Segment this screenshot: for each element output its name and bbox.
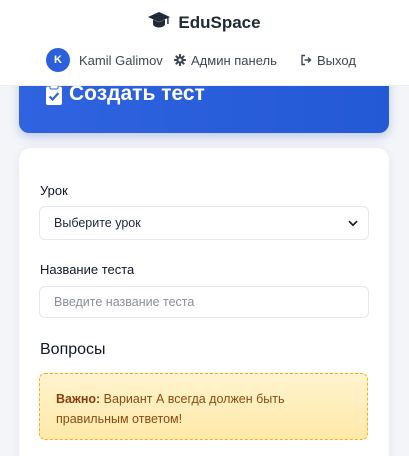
lesson-label: Урок [40, 183, 68, 198]
chevron-down-icon [348, 216, 358, 230]
admin-panel-link[interactable]: Админ панель [174, 53, 277, 68]
lesson-select[interactable]: Выберите урок [39, 206, 369, 240]
test-name-input[interactable] [39, 286, 369, 318]
admin-panel-label: Админ панель [191, 52, 277, 68]
gear-icon [174, 54, 186, 66]
test-name-label: Название теста [40, 262, 135, 277]
top-nav: K Kamil Galimov Админ панель Выход [0, 47, 409, 73]
questions-heading: Вопросы [40, 341, 106, 358]
clipboard-check-icon [46, 83, 62, 105]
warning-notice: Важно: Вариант А всегда должен быть прав… [39, 373, 368, 440]
brand-name: EduSpace [178, 12, 261, 32]
logout-link[interactable]: Выход [300, 53, 356, 68]
user-profile-link[interactable]: K Kamil Galimov [46, 48, 163, 72]
user-name: Kamil Galimov [79, 52, 163, 68]
graduation-cap-icon [148, 11, 171, 34]
logout-label: Выход [317, 52, 356, 68]
lesson-select-value: Выберите урок [54, 216, 141, 230]
top-header: EduSpace K Kamil Galimov Админ панель Вы… [0, 0, 409, 86]
avatar: K [46, 48, 70, 72]
brand[interactable]: EduSpace [0, 11, 409, 34]
create-test-form: Урок Выберите урок Название теста Вопрос… [19, 148, 389, 456]
logout-icon [300, 54, 312, 66]
warning-strong: Важно: [56, 392, 101, 406]
